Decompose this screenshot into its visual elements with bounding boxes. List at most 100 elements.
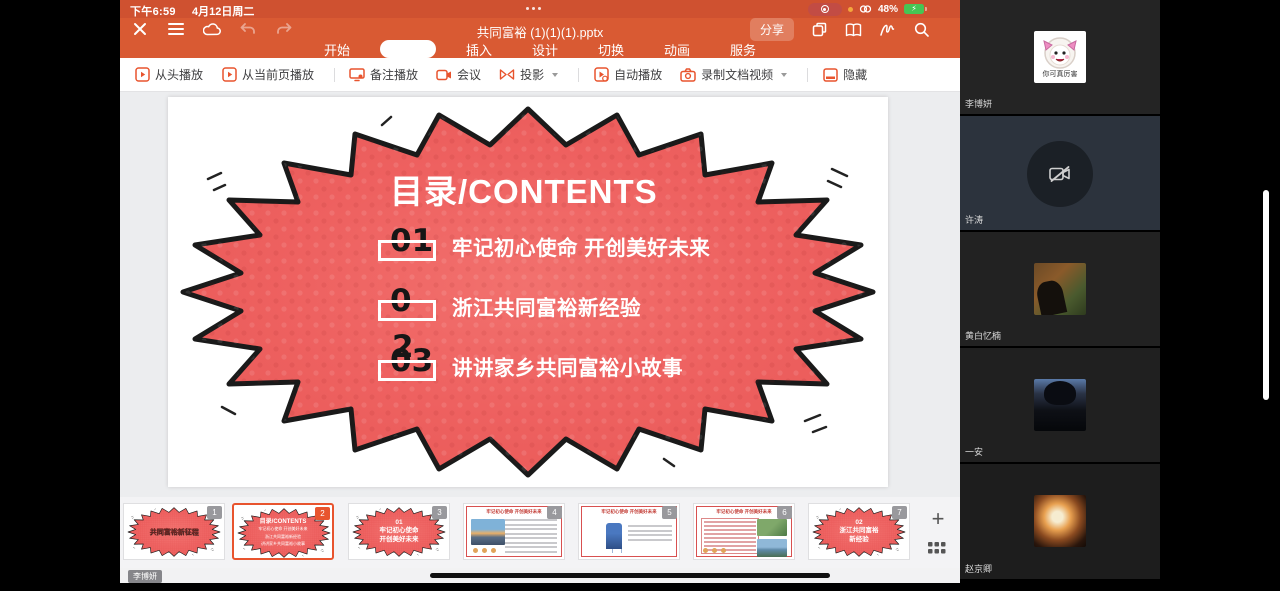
presenter-name-chip: 李博妍 (128, 570, 162, 583)
participant-tile[interactable]: 黄白忆楠 (960, 232, 1160, 348)
slide-thumbnail-6[interactable]: 6 牢记初心使命 开创美好未来 (693, 503, 795, 560)
toc-number: 01 (390, 225, 452, 258)
dropdown-caret-icon (781, 73, 787, 77)
screen-recording-indicator-icon[interactable] (808, 3, 842, 16)
thumbnail-badge: 4 (547, 506, 562, 519)
copy-icon[interactable] (810, 21, 828, 39)
projector-icon (499, 67, 515, 83)
thumb-line: 开创美好未来 (380, 536, 419, 544)
notes-play-button[interactable]: 备注播放 (349, 66, 418, 83)
participant-tile[interactable]: 你可真厉害 李博妍 (960, 0, 1160, 116)
thumbnail-badge: 5 (662, 506, 677, 519)
tab-animation[interactable]: 动画 (652, 40, 702, 59)
tab-home[interactable]: 开始 (312, 40, 362, 59)
multitask-dots-icon[interactable] (526, 7, 541, 10)
toc-item-2: 0 浙江共同富裕新经验 (390, 285, 870, 325)
thumbnail-badge: 6 (777, 506, 792, 519)
participant-tile[interactable]: 许涛 (960, 116, 1160, 232)
status-bar: 下午6:59 4月12日周二 48% ⚡ (120, 0, 960, 18)
thumb-photo (757, 519, 787, 536)
thumb-line: 浙江共同富裕 (840, 527, 879, 535)
slide-thumbnail-4[interactable]: 4 牢记初心使命 开创美好未来 (463, 503, 565, 560)
slide-thumbnail-7[interactable]: 7 02 浙江共同富裕 新经验 (808, 503, 910, 560)
avatar-caption: 你可真厉害 (1043, 69, 1078, 78)
meeting-video-sidebar: 你可真厉害 李博妍 许涛 黄白忆楠 一安 赵京卿 (960, 0, 1160, 591)
toc-text: 讲讲家乡共同富裕小故事 (452, 345, 683, 381)
participant-name: 赵京卿 (965, 562, 992, 575)
tab-transition[interactable]: 切换 (586, 40, 636, 59)
slide-thumbnail-2-selected[interactable]: 2 目录/CONTENTS 牢记初心使命 开创美好未来 浙江共同富裕新经验 讲讲… (232, 503, 334, 560)
thumb-line: 牢记初心使命 开创美好未来 (258, 526, 307, 532)
app-header: 下午6:59 4月12日周二 48% ⚡ (120, 0, 960, 58)
screen: 下午6:59 4月12日周二 48% ⚡ (0, 0, 1280, 591)
slide-thumbnail-1[interactable]: 1 共同富裕新征程 (123, 503, 225, 560)
hotspot-icon (859, 4, 872, 14)
auto-play-icon (593, 67, 609, 83)
avatar: 你可真厉害 (1034, 31, 1086, 83)
toolbar-divider (578, 68, 579, 82)
thumbnail-badge: 1 (207, 506, 222, 519)
slide-thumbnail-5[interactable]: 5 牢记初心使命 开创美好未来 (578, 503, 680, 560)
tab-services[interactable]: 服务 (718, 40, 768, 59)
battery-charging-icon: ⚡ (904, 4, 924, 14)
play-from-current-button[interactable]: 从当前页播放 (221, 66, 314, 83)
tab-selected-pill[interactable] (380, 40, 436, 58)
hide-button[interactable]: 隐藏 (822, 66, 867, 83)
tab-insert[interactable]: 插入 (454, 40, 504, 59)
status-time: 下午6:59 (130, 3, 176, 19)
participant-tile[interactable]: 一安 (960, 348, 1160, 464)
slide-filmstrip: 1 共同富裕新征程 2 目录/CONTENTS 牢记初心使命 开创美好未来 浙江… (120, 497, 960, 568)
thumb-textlines (628, 525, 672, 543)
add-slide-button[interactable]: + (926, 507, 950, 531)
thumb-photo (757, 539, 787, 557)
project-button[interactable]: 投影 (499, 66, 558, 83)
toc-item-3: 03 讲讲家乡共同富裕小故事 (390, 345, 870, 385)
slide-title: 目录/CONTENTS (390, 165, 658, 213)
meeting-button[interactable]: 会议 (436, 66, 481, 83)
play-from-start-button[interactable]: 从头播放 (134, 66, 203, 83)
thumbnail-badge: 7 (892, 506, 907, 519)
battery-percent: 48% (878, 4, 898, 15)
play-square-icon (134, 67, 150, 83)
glitch-digit: 2 (392, 329, 414, 365)
right-letterbox (1160, 0, 1280, 591)
status-date: 4月12日周二 (192, 3, 254, 19)
play-toolbar: 从头播放 从当前页播放 备注播放 会议 (120, 58, 960, 92)
sidebar-scrollbar[interactable] (1263, 190, 1269, 400)
wps-app-window: 下午6:59 4月12日周二 48% ⚡ (120, 0, 960, 583)
tab-design[interactable]: 设计 (520, 40, 570, 59)
ribbon-tabs: 开始 插入 设计 切换 动画 服务 (120, 40, 960, 58)
toc-text: 牢记初心使命 开创美好未来 (452, 225, 710, 261)
thumb-line: 牢记初心使命 (380, 527, 419, 535)
home-indicator[interactable] (430, 573, 830, 578)
thumb-line: 新经验 (849, 536, 869, 544)
thumb-illustration (606, 523, 622, 549)
thumb-line: 浙江共同富裕新经验 (265, 534, 301, 540)
thumb-title: 共同富裕新征程 (150, 527, 199, 537)
participant-name: 李博妍 (965, 97, 992, 110)
mic-in-use-dot-icon (848, 7, 853, 12)
search-icon[interactable] (912, 21, 930, 39)
video-camera-icon (436, 67, 452, 83)
thumbnail-badge: 3 (432, 506, 447, 519)
camera-off-icon (1049, 165, 1071, 183)
share-button[interactable]: 分享 (750, 18, 794, 41)
hide-panel-icon (822, 67, 838, 83)
toolbar-divider (807, 68, 808, 82)
avatar-placeholder (1027, 141, 1093, 207)
auto-play-button[interactable]: 自动播放 (593, 66, 662, 83)
title-row: 共同富裕 (1)(1)(1).pptx 分享 (120, 18, 960, 40)
current-slide[interactable]: 目录/CONTENTS 01 牢记初心使命 开创美好未来 0 浙江共同富裕新经验… (168, 97, 888, 487)
slide-thumbnail-3[interactable]: 3 01 牢记初心使命 开创美好未来 (348, 503, 450, 560)
grid-view-button[interactable] (928, 541, 948, 557)
avatar (1034, 263, 1086, 315)
thumb-title: 目录/CONTENTS (260, 516, 307, 525)
read-mode-icon[interactable] (844, 21, 862, 39)
participant-tile[interactable]: 赵京卿 (960, 464, 1160, 581)
avatar (1034, 495, 1086, 547)
participant-name: 一安 (965, 445, 983, 458)
slide-canvas[interactable]: 目录/CONTENTS 01 牢记初心使命 开创美好未来 0 浙江共同富裕新经验… (120, 92, 960, 497)
toc-number: 0 (390, 285, 452, 318)
pen-ink-icon[interactable] (878, 21, 896, 39)
record-doc-video-button[interactable]: 录制文档视频 (680, 66, 787, 83)
